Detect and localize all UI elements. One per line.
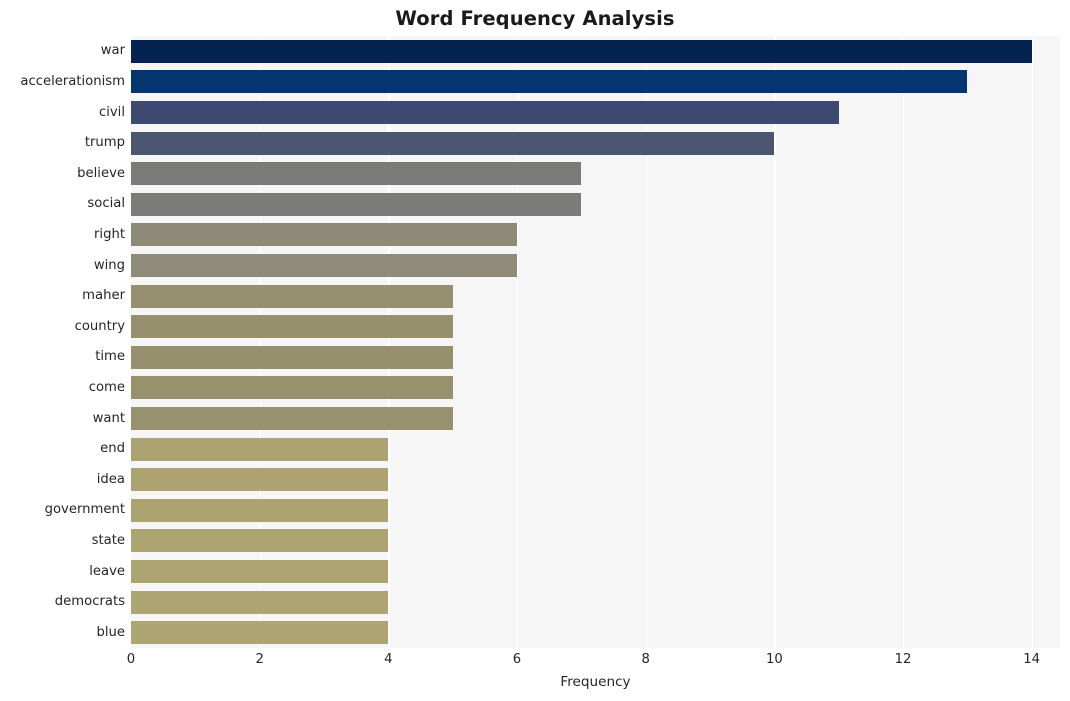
y-axis-tick-labels: war accelerationism civil trump believe socia… [0, 36, 125, 648]
bar [131, 560, 389, 583]
x-axis-tick-labels: 0 2 4 6 8 10 12 14 [127, 652, 1060, 674]
bar [131, 70, 968, 94]
y-tick-label: blue [96, 624, 125, 640]
x-tick-label: 12 [894, 652, 912, 667]
bar [131, 621, 389, 645]
x-tick-label: 14 [1023, 652, 1041, 667]
bar [131, 590, 389, 614]
x-tick-label: 8 [641, 652, 650, 667]
bar [131, 407, 453, 430]
bar [131, 315, 453, 339]
y-tick-label: time [95, 349, 125, 365]
y-tick-label: want [92, 410, 125, 426]
x-tick-label: 6 [512, 652, 522, 667]
bar [131, 529, 389, 553]
y-tick-label: civil [98, 104, 125, 120]
bar [131, 254, 517, 277]
y-tick-label: come [88, 379, 125, 395]
bar [131, 345, 453, 369]
bar [131, 131, 775, 155]
y-tick-label: trump [84, 135, 125, 151]
bar [131, 468, 389, 492]
y-tick-label: wing [93, 257, 125, 273]
bar [131, 498, 389, 522]
bar [131, 437, 389, 461]
x-tick-label: 0 [126, 652, 136, 667]
chart-figure: Word Frequency Analysis war accelerationi… [0, 0, 1070, 701]
bar [131, 376, 453, 400]
bar [131, 162, 582, 186]
y-tick-label: right [94, 226, 125, 242]
x-tick-label: 2 [255, 652, 264, 667]
y-tick-label: end [100, 441, 125, 457]
bar [131, 284, 453, 308]
y-tick-label: accelerationism [20, 73, 125, 89]
chart-title: Word Frequency Analysis [395, 7, 675, 30]
y-tick-label: democrats [54, 594, 125, 610]
x-tick-label: 10 [765, 652, 783, 667]
y-tick-label: maher [82, 288, 125, 304]
bar-series [131, 36, 1060, 648]
y-tick-label: war [100, 43, 125, 59]
y-tick-label: idea [96, 471, 125, 487]
bar [131, 223, 517, 247]
y-tick-label: believe [77, 165, 125, 181]
bar [131, 101, 839, 124]
y-tick-label: leave [89, 563, 125, 579]
y-tick-label: state [91, 532, 125, 548]
plot-area [131, 36, 1060, 648]
y-tick-label: social [87, 196, 125, 212]
y-tick-label: country [74, 318, 125, 334]
bar [131, 192, 582, 216]
y-tick-label: government [44, 502, 125, 518]
x-tick-label: 4 [384, 652, 393, 667]
bar [131, 39, 1032, 63]
x-axis-label: Frequency [560, 674, 631, 690]
